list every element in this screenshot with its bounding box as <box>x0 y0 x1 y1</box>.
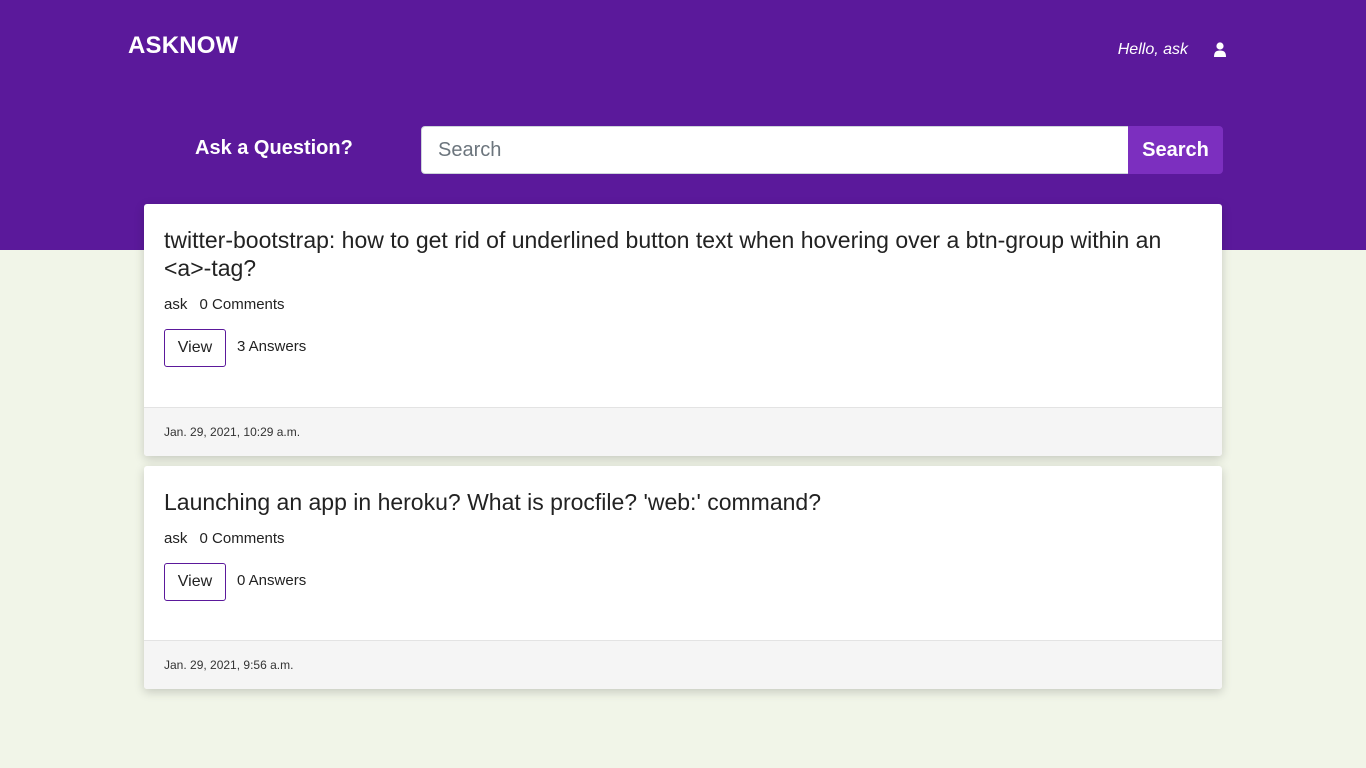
view-button[interactable]: View <box>164 563 226 601</box>
brand-logo[interactable]: ASKNOW <box>128 32 239 60</box>
comment-count: 0 Comments <box>199 530 285 547</box>
comment-count: 0 Comments <box>199 296 285 313</box>
question-date: Jan. 29, 2021, 10:29 a.m. <box>144 407 1222 456</box>
user-greeting: Hello, ask <box>1117 41 1188 58</box>
answer-count: 3 Answers <box>237 338 307 355</box>
question-title[interactable]: twitter-bootstrap: how to get rid of und… <box>164 226 1202 282</box>
question-actions: View 3 Answers <box>164 329 1202 367</box>
ask-question-link[interactable]: Ask a Question? <box>195 137 353 160</box>
question-title[interactable]: Launching an app in heroku? What is proc… <box>164 488 1202 516</box>
question-date: Jan. 29, 2021, 9:56 a.m. <box>144 640 1222 689</box>
user-icon[interactable] <box>1213 42 1227 58</box>
question-author: ask <box>164 530 188 547</box>
question-author: ask <box>164 296 188 313</box>
search-button[interactable]: Search <box>1128 126 1223 174</box>
view-button[interactable]: View <box>164 329 226 367</box>
question-card: Launching an app in heroku? What is proc… <box>144 466 1222 689</box>
question-meta: ask 0 Comments <box>164 530 1202 547</box>
question-card: twitter-bootstrap: how to get rid of und… <box>144 204 1222 456</box>
question-meta: ask 0 Comments <box>164 296 1202 313</box>
search-input[interactable] <box>421 126 1128 174</box>
search-bar: Search <box>421 126 1223 174</box>
answer-count: 0 Answers <box>237 572 307 589</box>
question-actions: View 0 Answers <box>164 563 1202 601</box>
